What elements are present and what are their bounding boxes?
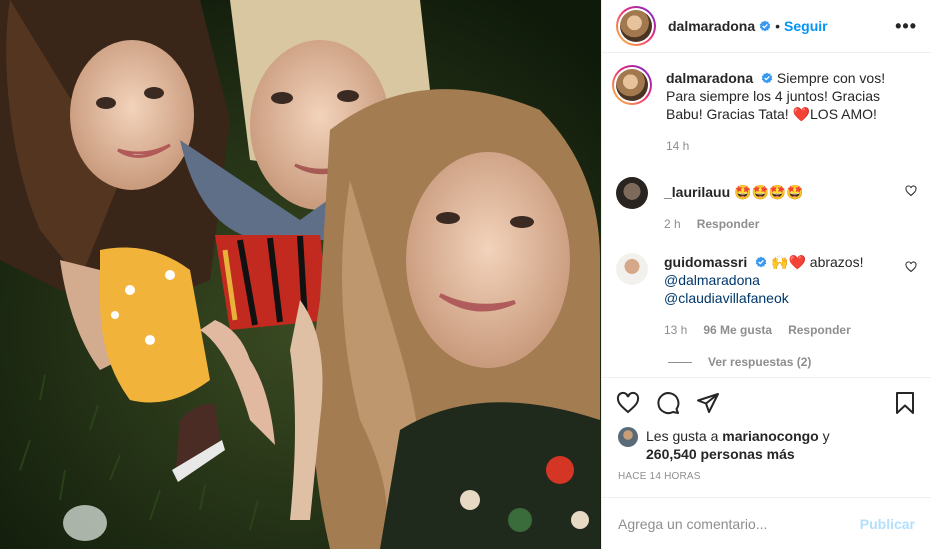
comments-list[interactable]: dalmaradona Siempre con vos! Para siempr…	[602, 53, 931, 377]
likes-count[interactable]: 260,540 personas más	[646, 446, 795, 462]
comment-username[interactable]: guidomassri	[664, 254, 747, 270]
likes-conjunction: y	[822, 428, 830, 444]
caption: dalmaradona Siempre con vos! Para siempr…	[612, 65, 917, 155]
publish-button[interactable]: Publicar	[860, 516, 915, 532]
reply-button[interactable]: Responder	[788, 321, 851, 339]
comment-text: 🙌❤️ abrazos!	[771, 254, 864, 270]
caption-username[interactable]: dalmaradona	[666, 70, 753, 86]
reply-button[interactable]: Responder	[697, 215, 760, 233]
view-replies-label: Ver respuestas (2)	[708, 355, 812, 369]
comment-input[interactable]	[618, 515, 860, 532]
verified-badge-icon	[761, 72, 773, 84]
comment-item: _laurilauu 🤩🤩🤩🤩 2 h Responder	[616, 177, 917, 233]
header-username[interactable]: dalmaradona	[668, 18, 755, 34]
verified-badge-icon	[759, 20, 771, 32]
caption-avatar[interactable]	[612, 65, 652, 105]
heart-icon[interactable]	[616, 391, 640, 415]
more-options-icon[interactable]: •••	[895, 17, 917, 35]
selfie-image	[0, 0, 601, 549]
comment-username[interactable]: _laurilauu	[664, 184, 730, 200]
caption-time[interactable]: 14 h	[666, 137, 689, 155]
comment-time[interactable]: 2 h	[664, 215, 681, 233]
mention-link[interactable]: @claudiavillafaneok	[664, 290, 789, 306]
comment-item: guidomassri 🙌❤️ abrazos! @dalmaradona @c…	[616, 253, 917, 339]
likes-summary: Les gusta a marianocongo y 260,540 perso…	[602, 427, 931, 463]
comment-text: 🤩🤩🤩🤩	[734, 184, 804, 200]
post-timestamp[interactable]: HACE 14 HORAS	[602, 471, 931, 497]
add-comment-bar: Publicar	[602, 497, 931, 549]
post-photo[interactable]	[0, 0, 601, 549]
likes-prefix: Les gusta a	[646, 428, 719, 444]
share-icon[interactable]	[696, 391, 720, 415]
liker-username[interactable]: marianocongo	[722, 428, 818, 444]
comment-icon[interactable]	[656, 391, 680, 415]
comment-avatar[interactable]	[616, 177, 648, 209]
heart-icon[interactable]	[905, 261, 917, 273]
verified-badge-icon	[755, 256, 767, 268]
post-side-panel: dalmaradona • Seguir ••• dalmaradona Sie…	[601, 0, 931, 549]
comment-time[interactable]: 13 h	[664, 321, 687, 339]
replies-divider	[668, 361, 692, 363]
liker-avatar[interactable]	[618, 427, 638, 447]
follow-button[interactable]: Seguir	[784, 18, 828, 34]
header-separator: •	[775, 18, 781, 34]
mention-link[interactable]: @dalmaradona	[664, 272, 760, 288]
heart-icon[interactable]	[905, 185, 917, 197]
post-header: dalmaradona • Seguir •••	[602, 0, 931, 53]
comment-avatar[interactable]	[616, 253, 648, 285]
bookmark-icon[interactable]	[893, 391, 917, 415]
post-actions	[602, 377, 931, 427]
comment-likes[interactable]: 96 Me gusta	[703, 321, 772, 339]
view-replies-button[interactable]: Ver respuestas (2)	[668, 355, 917, 369]
instagram-post-view: dalmaradona • Seguir ••• dalmaradona Sie…	[0, 0, 931, 549]
header-avatar[interactable]	[616, 6, 656, 46]
